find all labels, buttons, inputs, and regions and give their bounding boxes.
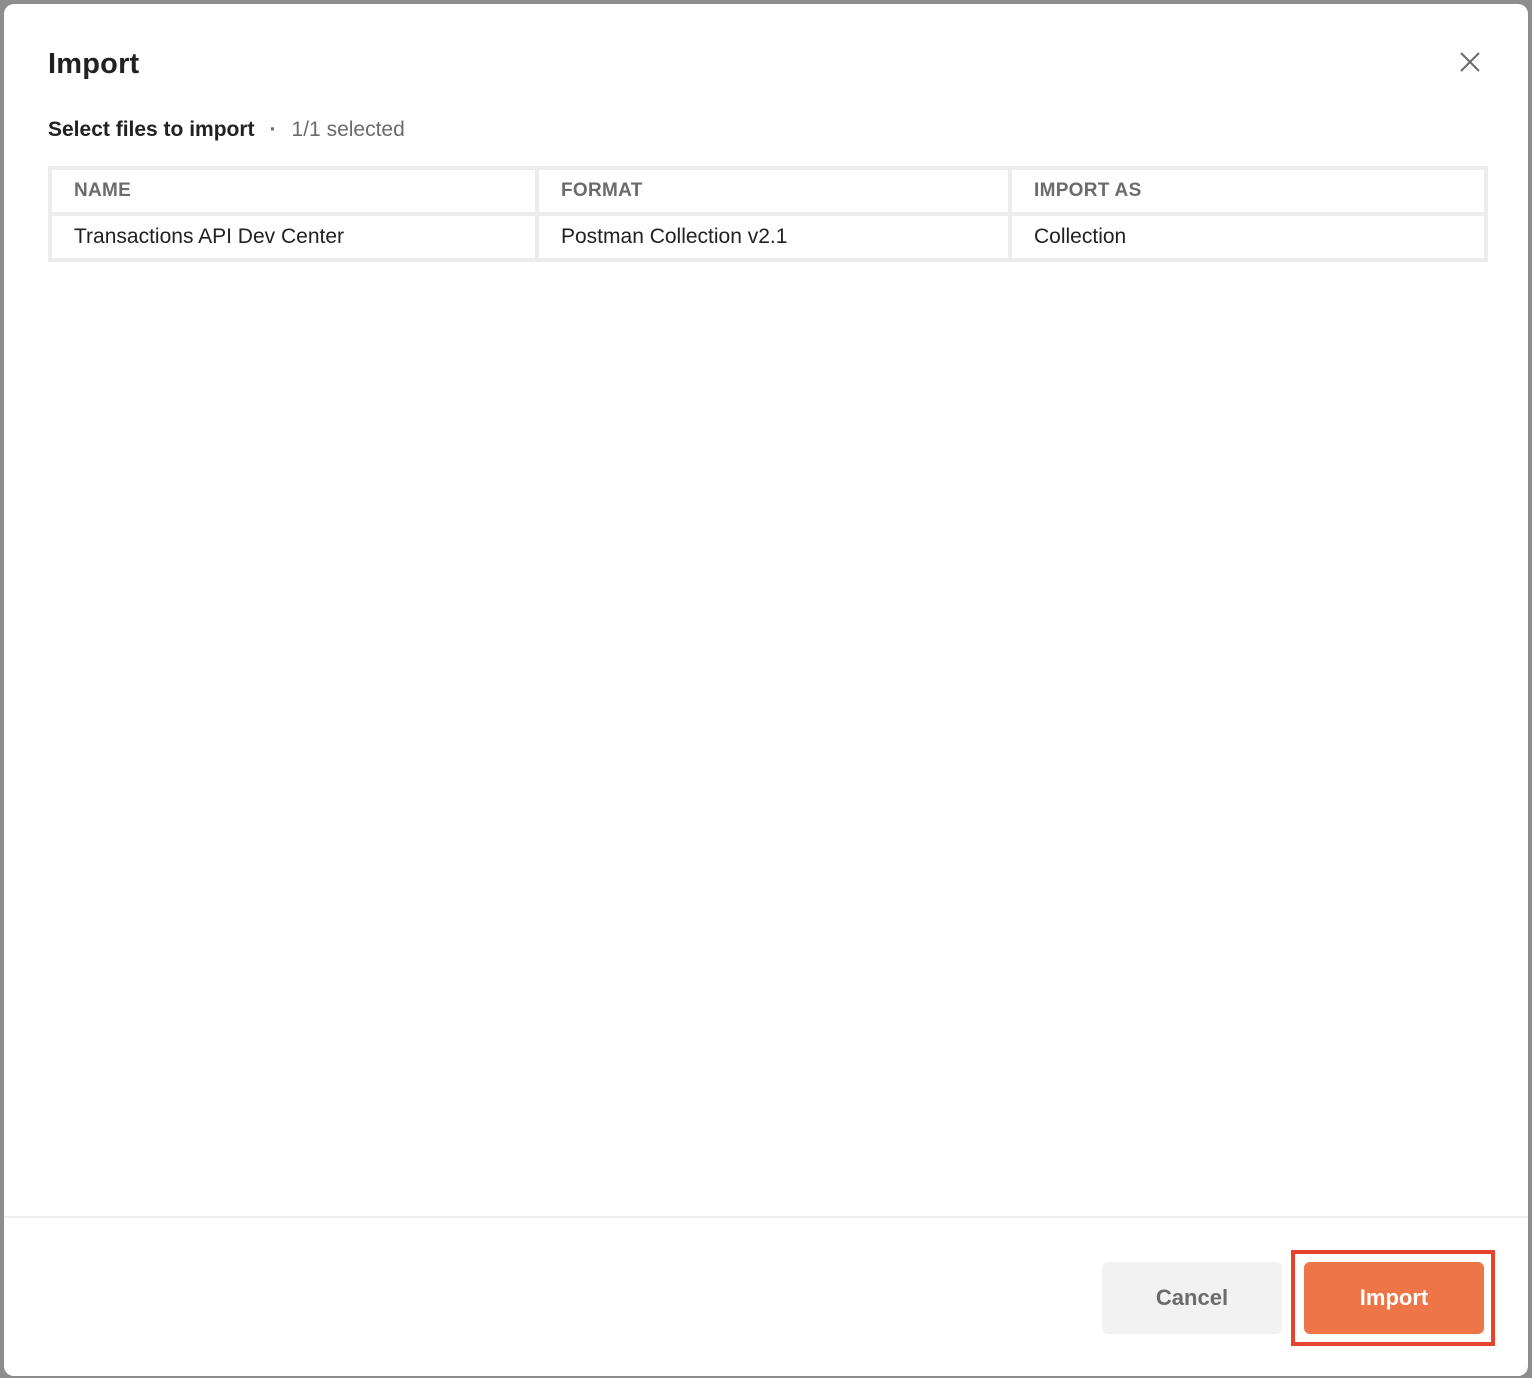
table-row[interactable]: Transactions API Dev Center Postman Coll…: [48, 212, 1488, 262]
column-header-import-as: IMPORT AS: [1008, 166, 1488, 216]
cell-name: Transactions API Dev Center: [48, 212, 539, 262]
separator-dot: ·: [269, 118, 277, 141]
cell-format: Postman Collection v2.1: [535, 212, 1012, 262]
selection-summary: Select files to import · 1/1 selected: [48, 118, 405, 142]
cancel-button[interactable]: Cancel: [1102, 1262, 1282, 1334]
import-dialog: Import Select files to import · 1/1 sele…: [4, 4, 1528, 1376]
selection-count: 1/1 selected: [291, 118, 405, 141]
close-button[interactable]: [1454, 46, 1486, 78]
footer-divider: [4, 1216, 1528, 1218]
select-files-label: Select files to import: [48, 118, 255, 141]
import-button[interactable]: Import: [1304, 1262, 1484, 1334]
column-header-format: FORMAT: [535, 166, 1012, 216]
close-icon: [1460, 52, 1480, 72]
table-header-row: NAME FORMAT IMPORT AS: [48, 166, 1488, 216]
files-table: NAME FORMAT IMPORT AS Transactions API D…: [48, 166, 1488, 262]
dialog-title: Import: [48, 48, 140, 80]
cell-import-as: Collection: [1008, 212, 1488, 262]
column-header-name: NAME: [48, 166, 539, 216]
